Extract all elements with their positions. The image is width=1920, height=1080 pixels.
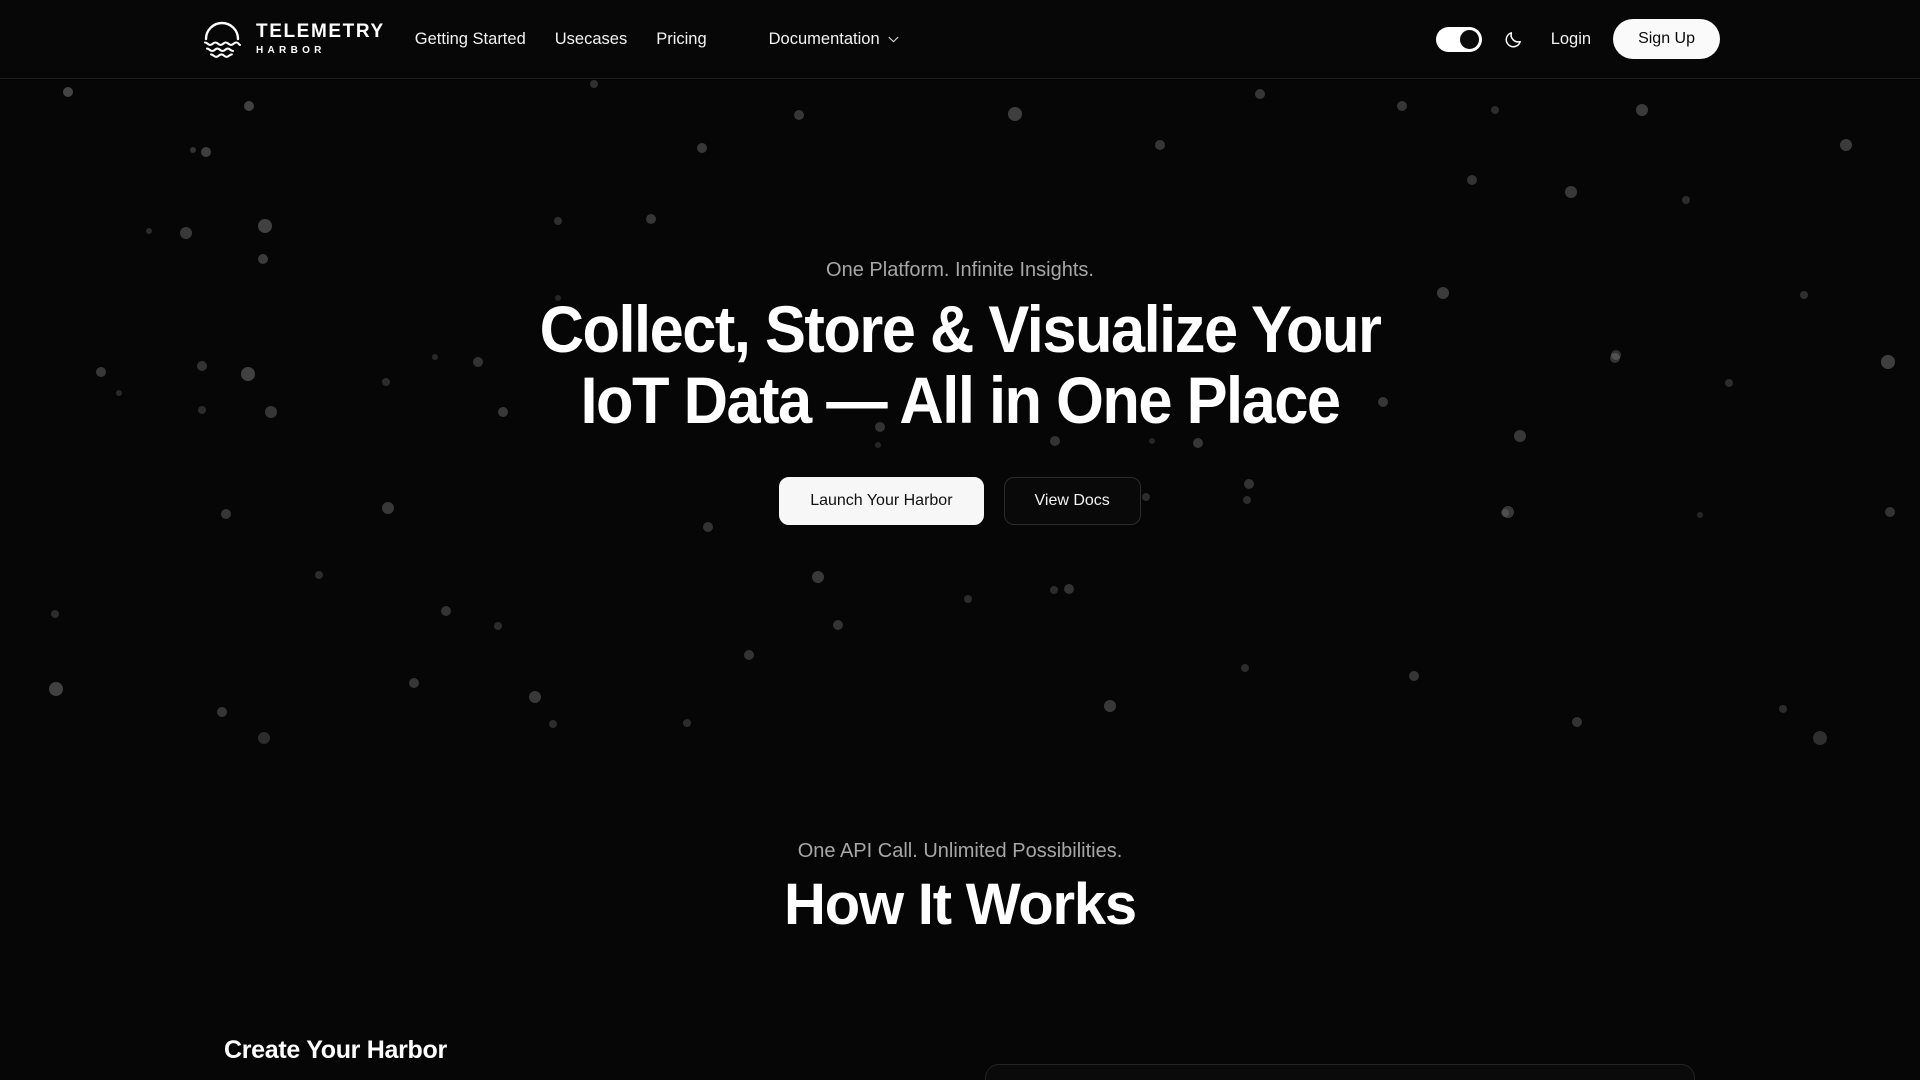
harbor-sun-waves-logo-icon (203, 21, 242, 58)
particle-dot (964, 595, 972, 603)
theme-toggle-switch[interactable] (1435, 26, 1482, 52)
nav-item-usecases[interactable]: Usecases (555, 30, 627, 49)
nav-item-getting-started[interactable]: Getting Started (415, 30, 526, 49)
how-it-works-title: How It Works (784, 872, 1137, 937)
hero-title-line-1: Collect, Store & Visualize Your (539, 292, 1382, 366)
particle-dot (1572, 717, 1582, 727)
particle-dot (51, 610, 59, 618)
launch-your-harbor-button[interactable]: Launch Your Harbor (779, 476, 984, 525)
particle-dot (1813, 731, 1827, 745)
hero-cta-row: Launch Your Harbor View Docs (0, 476, 1920, 525)
hero-title-line-2: IoT Data — All in One Place (580, 363, 1341, 438)
site-header: TELEMETRY HARBOR Getting Started Usecase… (0, 0, 1920, 79)
signup-button[interactable]: Sign Up (1613, 19, 1720, 59)
created-harbors-card: Your Created Harbors (985, 1064, 1695, 1080)
nav-item-pricing[interactable]: Pricing (656, 30, 706, 49)
particle-dot (529, 691, 541, 703)
particle-dot (1050, 586, 1058, 594)
hero-eyebrow: One Platform. Infinite Insights. (826, 259, 1094, 281)
primary-navigation: Getting Started Usecases Pricing Documen… (415, 30, 899, 49)
hero-title: Collect, Store & Visualize Your IoT Data… (67, 292, 1853, 438)
particle-dot (812, 571, 824, 583)
toggle-knob (1459, 29, 1479, 49)
particle-dot (683, 719, 691, 727)
particle-dot (1241, 664, 1249, 672)
particle-dot (409, 678, 419, 688)
particle-dot (1104, 700, 1116, 712)
particle-dot (1409, 671, 1419, 681)
login-link[interactable]: Login (1551, 30, 1591, 49)
brand-wordmark: TELEMETRY HARBOR (256, 22, 385, 56)
particle-dot (217, 707, 227, 717)
create-your-harbor-heading: Create Your Harbor (224, 1036, 447, 1064)
how-it-works-eyebrow: One API Call. Unlimited Possibilities. (797, 840, 1123, 862)
brand-logo[interactable]: TELEMETRY HARBOR (200, 17, 385, 61)
view-docs-button[interactable]: View Docs (1003, 476, 1141, 525)
header-actions: Login Sign Up (1435, 19, 1720, 59)
hero-section: One Platform. Infinite Insights. Collect… (0, 79, 1920, 525)
moon-icon[interactable] (1504, 29, 1524, 49)
particle-dot (441, 606, 451, 616)
particle-dot (1779, 705, 1787, 713)
particle-dot (315, 571, 323, 579)
nav-documentation-label: Documentation (768, 29, 880, 48)
particle-dot (833, 620, 843, 630)
particle-dot (744, 650, 754, 660)
how-it-works-section: One API Call. Unlimited Possibilities. H… (0, 840, 1920, 936)
landing-page: TELEMETRY HARBOR Getting Started Usecase… (0, 0, 1920, 1080)
particle-dot (494, 622, 502, 630)
nav-item-documentation[interactable]: Documentation (769, 30, 899, 49)
brand-name-secondary: HARBOR (256, 45, 326, 56)
create-harbor-section: Create Your Harbor Your Created Harbors (0, 1028, 1920, 1080)
particle-dot (1064, 584, 1074, 594)
particle-dot (49, 682, 63, 696)
chevron-down-icon (888, 36, 899, 42)
particle-dot (549, 720, 557, 728)
brand-name-primary: TELEMETRY (256, 21, 385, 42)
particle-dot (258, 732, 270, 744)
